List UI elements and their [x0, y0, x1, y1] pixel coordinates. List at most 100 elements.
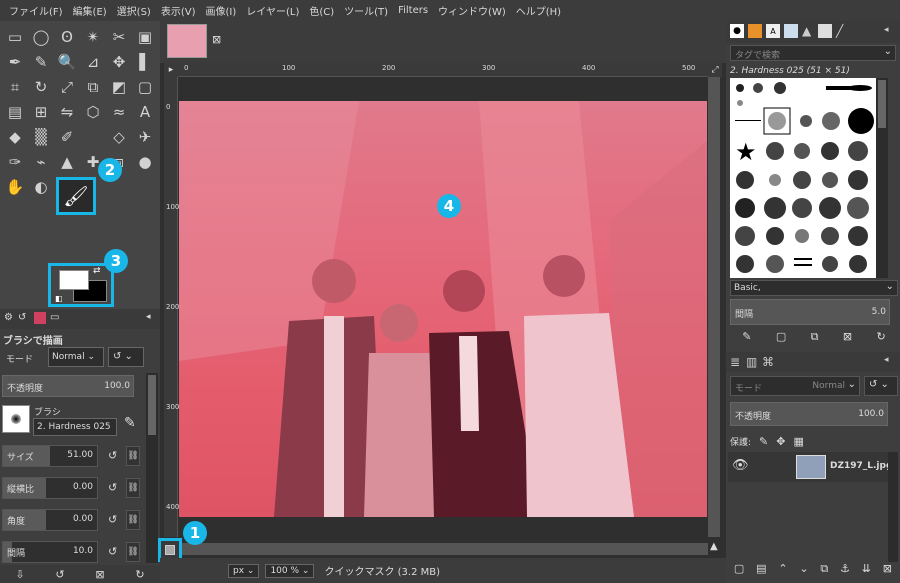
layer-opacity-slider[interactable]: 不透明度 100.0	[730, 402, 888, 426]
angle-link-button[interactable]: ⛓	[126, 510, 140, 530]
default-colors-icon[interactable]: ◧	[55, 294, 63, 303]
dock-menu-icon[interactable]: ◂	[884, 25, 889, 35]
zoom-fit-icon[interactable]: ⤢	[708, 63, 722, 77]
layer-mode-dropdown-icon[interactable]: ⌄	[848, 379, 856, 390]
scissors-icon[interactable]: ✂	[108, 27, 130, 47]
cage-icon[interactable]: ⬡	[82, 102, 104, 122]
layers-dock-menu-icon[interactable]: ◂	[884, 355, 889, 365]
layer-mode-reset-icon[interactable]: ↺ ⌄	[864, 376, 898, 396]
dynamics-tab-icon[interactable]: ▲	[802, 24, 811, 38]
new-layer-icon[interactable]: ▢	[734, 562, 744, 580]
canvas-image-quickmask[interactable]	[179, 101, 707, 517]
flip-icon[interactable]: ⇋	[56, 102, 78, 122]
angle-reset-icon[interactable]: ↺	[108, 513, 117, 526]
delete-brush-icon[interactable]: ⊠	[843, 330, 852, 348]
menu-help[interactable]: ヘルプ(H)	[511, 3, 566, 18]
horizontal-scrollbar[interactable]	[178, 543, 708, 555]
menu-edit[interactable]: 編集(E)	[68, 3, 112, 18]
mypaint-icon[interactable]: ⌁	[30, 152, 52, 172]
menu-file[interactable]: ファイル(F)	[4, 3, 68, 18]
menu-view[interactable]: 表示(V)	[156, 3, 201, 18]
paths-icon[interactable]: ✒	[4, 52, 26, 72]
preset-dropdown-icon[interactable]: ⌄	[886, 281, 894, 292]
layers-scrollbar[interactable]	[888, 452, 898, 562]
brushes-scrollbar[interactable]	[876, 78, 888, 278]
lock-alpha-icon[interactable]: ▦	[793, 435, 803, 448]
mode-reset-icon[interactable]: ↺ ⌄	[108, 347, 144, 367]
unit-select[interactable]: px ⌄	[228, 563, 260, 578]
vertical-scrollbar[interactable]	[708, 77, 720, 537]
size-slider[interactable]: サイズ 51.00	[2, 445, 98, 467]
opacity-slider[interactable]: 不透明度 100.0	[2, 375, 134, 397]
mypaint-brushes-tab-icon[interactable]: ╱	[836, 24, 843, 38]
tag-dropdown-icon[interactable]: ⌄	[884, 46, 892, 57]
mode-select[interactable]: Normal ⌄	[48, 347, 104, 367]
lower-layer-icon[interactable]: ⌄	[799, 562, 808, 580]
refresh-brushes-icon[interactable]: ↻	[877, 330, 886, 348]
3d-transform-icon[interactable]: ▢	[134, 77, 156, 97]
free-select-icon[interactable]: ʘ	[56, 27, 78, 47]
vertical-ruler[interactable]: 0 100 200 300 400	[164, 77, 179, 537]
aspect-link-button[interactable]: ⛓	[126, 478, 140, 498]
aspect-reset-icon[interactable]: ↺	[108, 481, 117, 494]
anchor-layer-icon[interactable]: ⚓	[840, 562, 850, 580]
paintbrush-tool-highlighted[interactable]: 🖌	[56, 177, 96, 215]
duplicate-layer-icon[interactable]: ⧉	[820, 562, 828, 580]
menu-filters[interactable]: Filters	[393, 5, 433, 16]
text-icon[interactable]: A	[134, 102, 156, 122]
foreground-color-swatch[interactable]	[59, 270, 89, 290]
merge-layer-icon[interactable]: ⇊	[862, 562, 871, 580]
paths-tab-icon[interactable]: ⌘	[762, 355, 774, 369]
angle-slider[interactable]: 角度 0.00	[2, 509, 98, 531]
navigate-icon[interactable]: ▲	[710, 541, 718, 552]
brushes-grid[interactable]: ★	[730, 78, 876, 278]
new-layer-group-icon[interactable]: ▤	[756, 562, 766, 580]
menu-select[interactable]: 選択(S)	[112, 3, 156, 18]
delete-options-icon[interactable]: ⊠	[95, 568, 104, 581]
spacing-link-button[interactable]: ⛓	[126, 542, 140, 562]
perspective-icon[interactable]: ◩	[108, 77, 130, 97]
color-picker-icon[interactable]: ✎	[30, 52, 52, 72]
images-tab-icon[interactable]: ▭	[50, 312, 59, 323]
pencil-icon[interactable]: ✐	[56, 127, 78, 147]
delete-layer-icon[interactable]: ⊠	[883, 562, 892, 580]
menu-colors[interactable]: 色(C)	[304, 3, 339, 18]
image-tab-thumbnail[interactable]	[167, 24, 207, 58]
menu-image[interactable]: 画像(I)	[201, 3, 242, 18]
ellipse-select-icon[interactable]: ◯	[30, 27, 52, 47]
new-brush-icon[interactable]: ▢	[776, 330, 786, 348]
fonts-tab-icon[interactable]: A	[766, 24, 780, 38]
tag-search-input[interactable]: タグで検索 ⌄	[730, 45, 896, 61]
clone-icon[interactable]: ▲	[56, 152, 78, 172]
zoom-select[interactable]: 100 % ⌄	[265, 563, 315, 578]
gradients-tab-icon[interactable]	[818, 24, 832, 38]
menu-tools[interactable]: ツール(T)	[339, 3, 393, 18]
patterns-tab-icon[interactable]	[748, 24, 762, 38]
tool-options-tab-icon[interactable]: ⚙	[4, 312, 13, 323]
crop-icon[interactable]: ⌗	[4, 77, 26, 97]
panel-menu-icon[interactable]: ◂	[146, 312, 151, 322]
scale-icon[interactable]: ⤢	[56, 77, 78, 97]
save-options-icon[interactable]: ⇩	[15, 568, 24, 581]
smudge-icon[interactable]: ✋	[4, 177, 26, 197]
document-history-tab-icon[interactable]	[784, 24, 798, 38]
foreground-select-icon[interactable]: ▣	[134, 27, 156, 47]
brush-preset-select[interactable]: Basic, ⌄	[730, 280, 898, 296]
zoom-icon[interactable]: 🔍	[56, 52, 78, 72]
menu-layer[interactable]: レイヤー(L)	[241, 3, 304, 18]
layer-name[interactable]: DZ197_L.jpg	[830, 461, 892, 471]
lock-position-icon[interactable]: ✥	[776, 435, 785, 448]
shear-icon[interactable]: ⧉	[82, 77, 104, 97]
edit-brush-icon[interactable]: ✎	[124, 415, 136, 431]
device-status-tab-icon[interactable]: ↺	[18, 312, 26, 323]
brush-preview[interactable]	[2, 405, 30, 433]
eraser-icon[interactable]: ◇	[108, 127, 130, 147]
fg-bg-color-widget[interactable]: ⇄ ◧	[48, 263, 114, 307]
rect-select-icon[interactable]: ▭	[4, 27, 26, 47]
aspect-slider[interactable]: 縦横比 0.00	[2, 477, 98, 499]
options-scrollbar[interactable]	[146, 373, 158, 563]
warp-icon[interactable]: ≈	[108, 102, 130, 122]
layer-mode-select[interactable]: モード Normal ⌄	[730, 376, 860, 396]
spacing-slider[interactable]: 間隔 10.0	[2, 541, 98, 563]
swap-colors-icon[interactable]: ⇄	[93, 266, 101, 276]
